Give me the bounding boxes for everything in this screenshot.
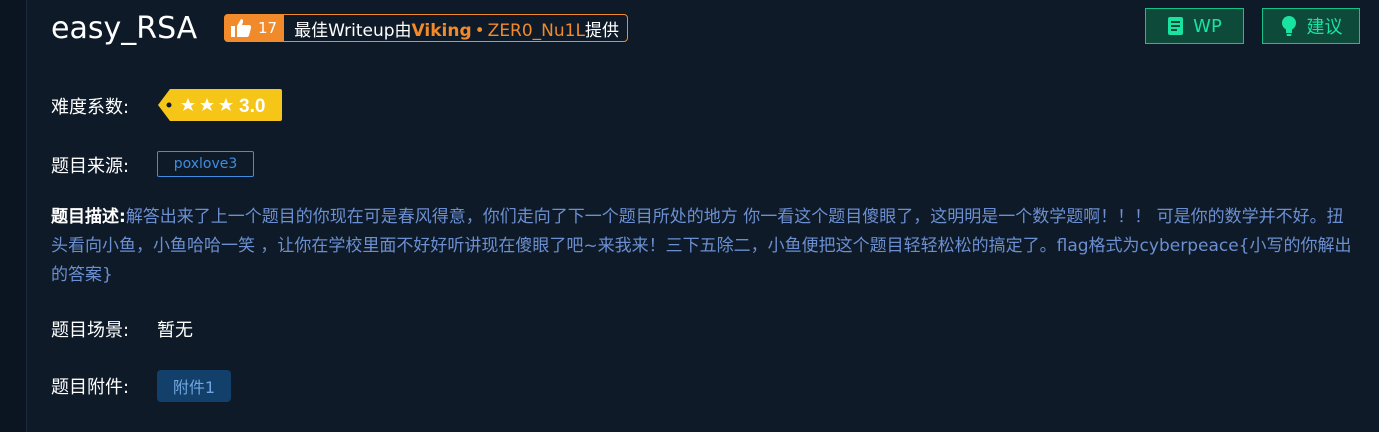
- like-count: 17: [258, 18, 278, 37]
- source-row: 题目来源:: [51, 152, 129, 178]
- description-text: 解答出来了上一个题目的你现在可是春风得意，你们走向了下一个题目所处的地方 你一看…: [51, 207, 1352, 285]
- writeup-prefix: 最佳Writeup由: [294, 20, 412, 41]
- scene-label: 题目场景:: [51, 320, 130, 341]
- description-label: 题目描述:: [51, 207, 126, 227]
- left-rail: [0, 0, 27, 432]
- source-tag[interactable]: poxlove3: [157, 151, 254, 177]
- wp-button[interactable]: WP: [1145, 8, 1244, 44]
- writeup-credit: 最佳Writeup由Viking • ZER0_Nu1L提供: [294, 16, 619, 41]
- description: 题目描述:解答出来了上一个题目的你现在可是春风得意，你们走向了下一个题目所处的地…: [51, 203, 1356, 290]
- difficulty-value: 3.0: [239, 96, 265, 117]
- attachment-row: 题目附件:: [51, 373, 129, 399]
- difficulty-tag: 3.0: [158, 89, 282, 121]
- source-label: 题目来源:: [51, 156, 130, 177]
- writeup-separator: •: [474, 20, 485, 41]
- scene-row: 题目场景:: [51, 316, 129, 342]
- challenge-title: easy_RSA: [51, 11, 198, 46]
- writeup-author[interactable]: Viking: [412, 21, 472, 41]
- attachment-label: 题目附件:: [51, 377, 130, 398]
- writeup-badge: 17 最佳Writeup由Viking • ZER0_Nu1L提供: [224, 13, 628, 42]
- scene-value: 暂无: [157, 320, 193, 341]
- lightbulb-icon: [1281, 16, 1296, 36]
- thumbs-up-icon: [231, 18, 252, 37]
- wp-button-label: WP: [1193, 15, 1222, 37]
- like-button[interactable]: 17: [224, 13, 285, 42]
- writeup-team[interactable]: ZER0_Nu1L: [488, 21, 585, 41]
- attachment-button[interactable]: 附件1: [157, 370, 231, 402]
- difficulty-row: 难度系数:: [51, 93, 129, 119]
- suggest-button[interactable]: 建议: [1262, 8, 1360, 44]
- suggest-button-label: 建议: [1306, 17, 1343, 38]
- writeup-suffix: 提供: [584, 20, 619, 41]
- difficulty-label: 难度系数:: [51, 97, 130, 118]
- document-icon: [1168, 17, 1184, 35]
